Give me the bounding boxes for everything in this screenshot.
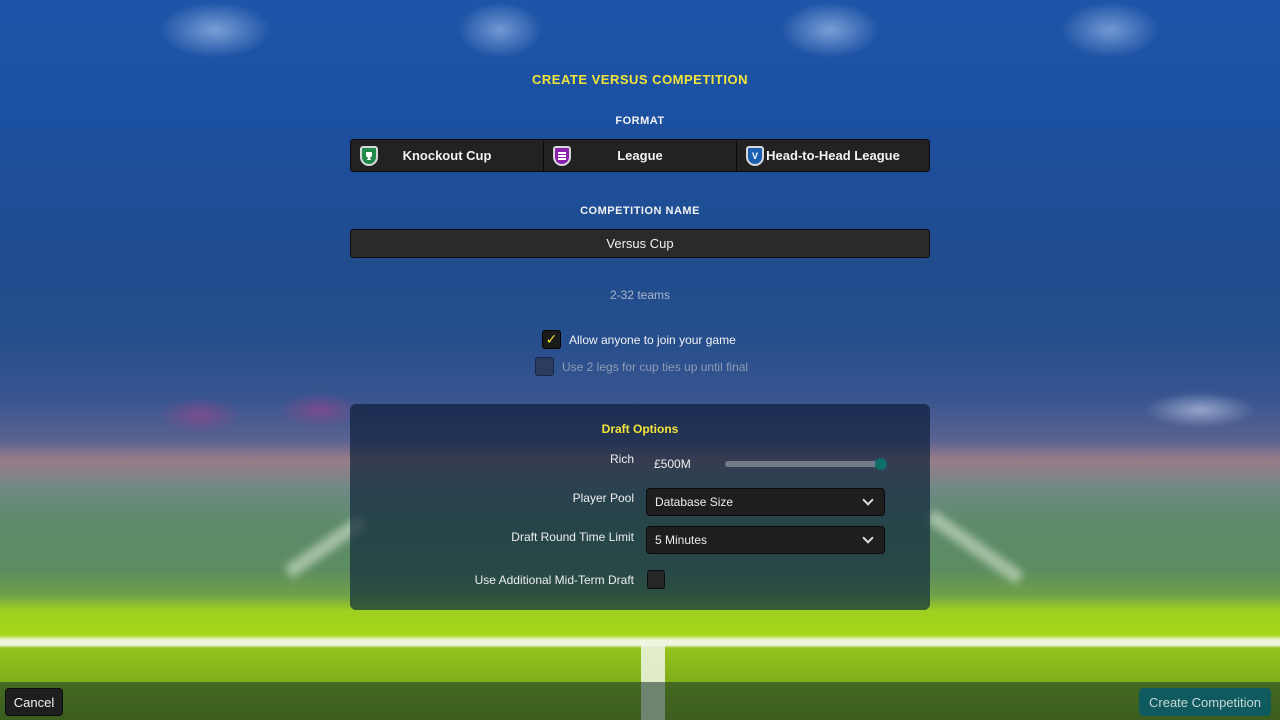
page-title: CREATE VERSUS COMPETITION — [532, 72, 748, 87]
allow-join-label: Allow anyone to join your game — [569, 332, 736, 347]
budget-slider[interactable] — [725, 458, 887, 470]
player-pool-label: Player Pool — [572, 491, 634, 505]
draft-options-panel: Draft Options Rich £500M Player Pool Dat… — [350, 404, 930, 610]
table-shield-icon — [553, 146, 571, 166]
two-legs-checkbox[interactable] — [535, 357, 554, 376]
draft-options-title: Draft Options — [601, 422, 679, 436]
chevron-down-icon — [862, 494, 874, 506]
trophy-shield-icon — [360, 146, 378, 166]
budget-slider-fill — [725, 461, 881, 467]
mid-term-draft-checkbox[interactable] — [647, 570, 665, 589]
format-label: FORMAT — [615, 115, 665, 127]
competition-name-input[interactable] — [350, 229, 930, 258]
format-option-knockout-cup[interactable]: Knockout Cup — [351, 140, 544, 171]
round-time-dropdown[interactable]: 5 Minutes — [646, 526, 885, 554]
mid-term-draft-label: Use Additional Mid-Term Draft — [474, 573, 634, 587]
player-pool-selected: Database Size — [655, 495, 734, 509]
budget-value: £500M — [654, 457, 691, 471]
cancel-button[interactable]: Cancel — [5, 688, 63, 716]
format-option-label: League — [617, 148, 663, 163]
competition-name-label: COMPETITION NAME — [580, 205, 700, 217]
versus-glyph: V — [751, 151, 758, 161]
checkmark-icon: ✓ — [545, 331, 558, 347]
allow-join-option: ✓ Allow anyone to join your game — [542, 330, 736, 349]
round-time-label: Draft Round Time Limit — [511, 530, 634, 544]
round-time-selected: 5 Minutes — [655, 533, 708, 547]
two-legs-option: Use 2 legs for cup ties up until final — [535, 357, 748, 376]
format-option-head-to-head-league[interactable]: V Head-to-Head League — [737, 140, 929, 171]
background-field-line — [925, 509, 1025, 585]
format-option-label: Head-to-Head League — [766, 148, 900, 163]
allow-join-checkbox[interactable]: ✓ — [542, 330, 561, 349]
format-option-label: Knockout Cup — [402, 148, 492, 163]
format-selector: Knockout Cup League V Head-to-Head Leagu… — [350, 139, 930, 172]
teams-range-text: 2-32 teams — [609, 288, 671, 302]
budget-slider-thumb[interactable] — [875, 458, 887, 470]
create-competition-button[interactable]: Create Competition — [1139, 688, 1271, 716]
budget-label: Rich — [609, 452, 634, 466]
format-option-league[interactable]: League — [544, 140, 737, 171]
player-pool-dropdown[interactable]: Database Size — [646, 488, 885, 516]
two-legs-label: Use 2 legs for cup ties up until final — [562, 359, 749, 374]
versus-shield-icon: V — [746, 146, 764, 166]
bottom-bar — [0, 682, 1280, 720]
chevron-down-icon — [862, 532, 874, 544]
